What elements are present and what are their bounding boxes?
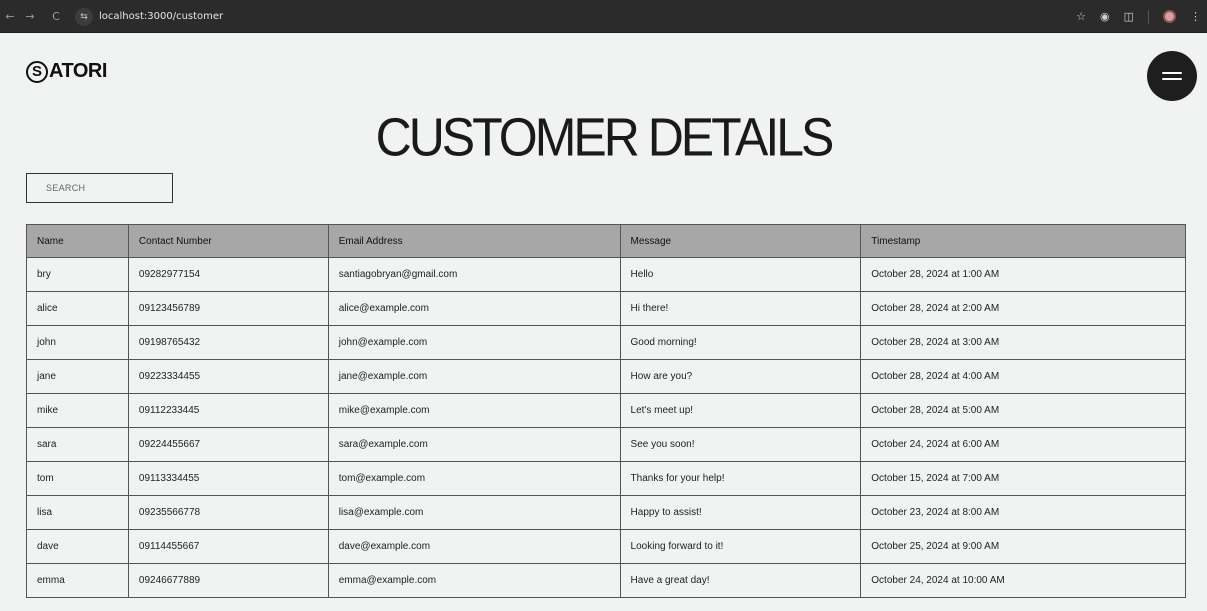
cell-message: Have a great day! — [619, 563, 862, 598]
cell-email: emma@example.com — [327, 563, 621, 598]
cell-timestamp: October 23, 2024 at 8:00 AM — [860, 495, 1186, 530]
cell-name: dave — [26, 529, 129, 564]
table-row: john 09198765432 john@example.com Good m… — [26, 325, 1186, 360]
cell-email: alice@example.com — [327, 291, 621, 326]
cell-timestamp: October 28, 2024 at 3:00 AM — [860, 325, 1186, 360]
cell-contact: 09112233445 — [127, 393, 329, 428]
table-header: Name Contact Number Email Address Messag… — [26, 224, 1186, 258]
extensions-icon[interactable]: ◫ — [1124, 10, 1134, 23]
cell-contact: 09114455667 — [127, 529, 329, 564]
cell-contact: 09235566778 — [127, 495, 329, 530]
table-row: jane 09223334455 jane@example.com How ar… — [26, 359, 1186, 394]
cell-name: john — [26, 325, 129, 360]
table-body: bry 09282977154 santiagobryan@gmail.com … — [26, 257, 1186, 598]
column-header-message: Message — [619, 224, 862, 258]
table-row: mike 09112233445 mike@example.com Let's … — [26, 393, 1186, 428]
cell-timestamp: October 28, 2024 at 5:00 AM — [860, 393, 1186, 428]
cell-contact: 09223334455 — [127, 359, 329, 394]
cell-timestamp: October 28, 2024 at 4:00 AM — [860, 359, 1186, 394]
menu-icon-line — [1162, 78, 1182, 80]
cell-timestamp: October 28, 2024 at 2:00 AM — [860, 291, 1186, 326]
cell-contact: 09246677889 — [127, 563, 329, 598]
cell-contact: 09113334455 — [127, 461, 329, 496]
cell-message: How are you? — [619, 359, 862, 394]
cell-name: bry — [26, 257, 129, 292]
cell-message: Thanks for your help! — [619, 461, 862, 496]
cell-name: lisa — [26, 495, 129, 530]
table-row: lisa 09235566778 lisa@example.com Happy … — [26, 495, 1186, 530]
profile-avatar-icon[interactable] — [1163, 10, 1176, 23]
cell-timestamp: October 28, 2024 at 1:00 AM — [860, 257, 1186, 292]
table-row: bry 09282977154 santiagobryan@gmail.com … — [26, 257, 1186, 292]
column-header-email: Email Address — [327, 224, 621, 258]
cell-timestamp: October 25, 2024 at 9:00 AM — [860, 529, 1186, 564]
cell-email: mike@example.com — [327, 393, 621, 428]
bookmark-star-icon[interactable]: ☆ — [1076, 10, 1086, 23]
cell-contact: 09224455667 — [127, 427, 329, 462]
table-header-row: Name Contact Number Email Address Messag… — [26, 224, 1186, 258]
cell-timestamp: October 24, 2024 at 10:00 AM — [860, 563, 1186, 598]
column-header-contact: Contact Number — [127, 224, 329, 258]
cell-message: Looking forward to it! — [619, 529, 862, 564]
cell-name: alice — [26, 291, 129, 326]
cell-message: Hi there! — [619, 291, 862, 326]
cell-name: emma — [26, 563, 129, 598]
hamburger-menu-button[interactable] — [1147, 51, 1197, 101]
back-arrow-icon[interactable]: ← — [2, 10, 18, 23]
cell-email: santiagobryan@gmail.com — [327, 257, 621, 292]
logo-initial: S — [26, 60, 48, 83]
forward-arrow-icon[interactable]: → — [22, 10, 38, 23]
cell-message: See you soon! — [619, 427, 862, 462]
column-header-timestamp: Timestamp — [860, 224, 1186, 258]
table-row: tom 09113334455 tom@example.com Thanks f… — [26, 461, 1186, 496]
cell-name: sara — [26, 427, 129, 462]
cell-email: john@example.com — [327, 325, 621, 360]
page-title: CUSTOMER DETAILS — [375, 106, 835, 168]
menu-icon-line — [1162, 72, 1182, 74]
cell-contact: 09282977154 — [127, 257, 329, 292]
url-text[interactable]: localhost:3000/customer — [99, 11, 223, 22]
column-header-name: Name — [26, 224, 129, 258]
cell-email: tom@example.com — [327, 461, 621, 496]
cell-message: Hello — [619, 257, 862, 292]
cell-name: mike — [26, 393, 129, 428]
cell-message: Good morning! — [619, 325, 862, 360]
cell-email: lisa@example.com — [327, 495, 621, 530]
cell-message: Let's meet up! — [619, 393, 862, 428]
cell-contact: 09198765432 — [127, 325, 329, 360]
cell-timestamp: October 24, 2024 at 6:00 AM — [860, 427, 1186, 462]
address-bar[interactable]: ⇆ localhost:3000/customer — [75, 6, 1105, 27]
cell-email: jane@example.com — [327, 359, 621, 394]
site-info-icon[interactable]: ⇆ — [75, 7, 93, 26]
table-row: emma 09246677889 emma@example.com Have a… — [26, 563, 1186, 598]
browser-actions: ☆ ◉ ◫ ⋮ — [1076, 0, 1201, 33]
cell-contact: 09123456789 — [127, 291, 329, 326]
toolbar-divider — [1148, 9, 1149, 24]
more-menu-icon[interactable]: ⋮ — [1190, 10, 1201, 23]
cell-name: tom — [26, 461, 129, 496]
table-row: alice 09123456789 alice@example.com Hi t… — [26, 291, 1186, 326]
camera-icon[interactable]: ◉ — [1100, 10, 1110, 23]
cell-email: sara@example.com — [327, 427, 621, 462]
search-input[interactable] — [26, 173, 173, 203]
cell-timestamp: October 15, 2024 at 7:00 AM — [860, 461, 1186, 496]
cell-message: Happy to assist! — [619, 495, 862, 530]
browser-toolbar: ← → C ⇆ localhost:3000/customer ☆ ◉ ◫ ⋮ — [0, 0, 1207, 33]
customer-table: Name Contact Number Email Address Messag… — [26, 224, 1186, 598]
logo-text: ATORI — [49, 60, 107, 82]
table-row: sara 09224455667 sara@example.com See yo… — [26, 427, 1186, 462]
cell-email: dave@example.com — [327, 529, 621, 564]
reload-icon[interactable]: C — [48, 10, 64, 23]
table-row: dave 09114455667 dave@example.com Lookin… — [26, 529, 1186, 564]
satori-logo[interactable]: S ATORI — [26, 60, 107, 83]
cell-name: jane — [26, 359, 129, 394]
